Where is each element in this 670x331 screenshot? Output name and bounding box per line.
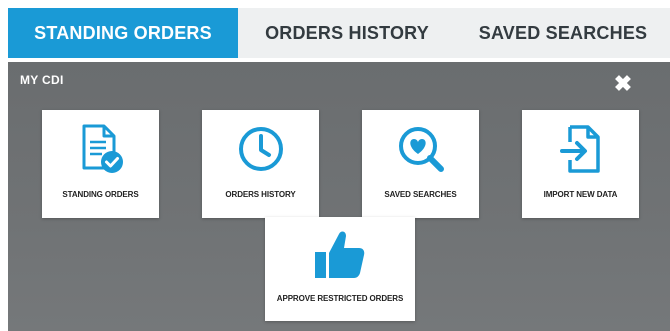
heart-search-icon <box>362 122 479 176</box>
main-tab-bar: STANDING ORDERS ORDERS HISTORY SAVED SEA… <box>0 0 670 62</box>
tile-saved-searches[interactable]: SAVED SEARCHES <box>362 110 479 218</box>
close-icon[interactable]: ✖ <box>613 73 633 95</box>
tile-label: APPROVE RESTRICTED ORDERS <box>276 294 404 303</box>
tile-import-new-data[interactable]: IMPORT NEW DATA <box>522 110 639 218</box>
tab-standing-orders[interactable]: STANDING ORDERS <box>8 8 238 58</box>
panel-title: MY CDI <box>20 73 64 87</box>
tile-label: ORDERS HISTORY <box>225 190 296 199</box>
tile-label: SAVED SEARCHES <box>384 190 457 199</box>
tab-orders-history[interactable]: ORDERS HISTORY <box>238 8 456 58</box>
thumbs-up-icon <box>265 227 415 281</box>
tile-standing-orders[interactable]: STANDING ORDERS <box>42 110 159 218</box>
tab-saved-searches[interactable]: SAVED SEARCHES <box>456 8 670 58</box>
file-import-icon <box>522 122 639 176</box>
my-cdi-panel: MY CDI ✖ STANDING ORDERS ORDERS HISTORY <box>8 62 670 331</box>
tile-label: IMPORT NEW DATA <box>543 190 618 199</box>
document-check-icon <box>42 122 159 176</box>
tile-approve-restricted-orders[interactable]: APPROVE RESTRICTED ORDERS <box>265 217 415 321</box>
tile-orders-history[interactable]: ORDERS HISTORY <box>202 110 319 218</box>
clock-icon <box>202 122 319 176</box>
tile-label: STANDING ORDERS <box>62 190 139 199</box>
